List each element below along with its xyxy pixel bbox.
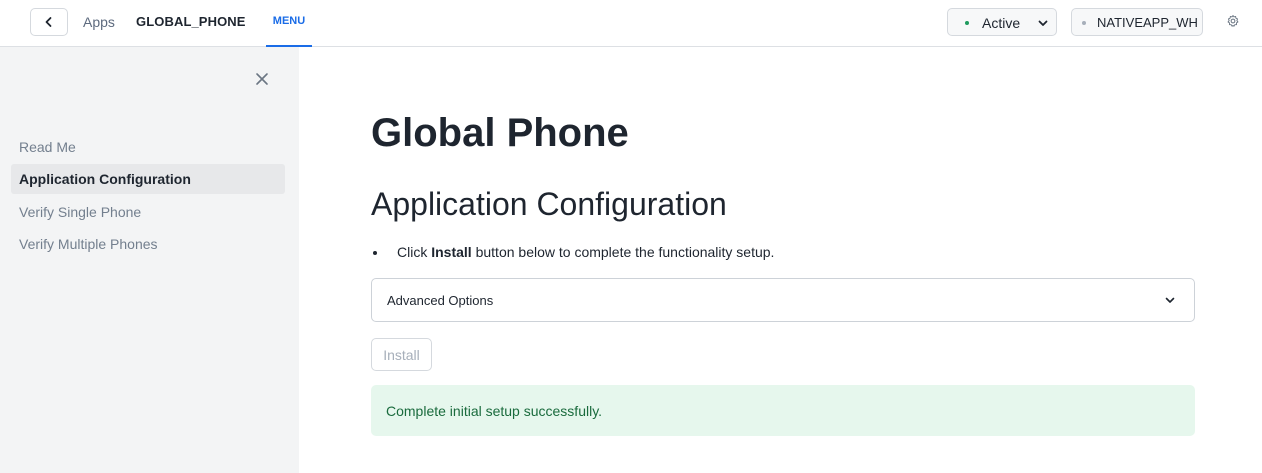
instruction-text: Click Install button below to complete t… — [397, 244, 774, 260]
sidebar-nav: Read Me Application Configuration Verify… — [11, 132, 285, 261]
tab-menu[interactable]: MENU — [266, 0, 312, 47]
sidebar-item-application-configuration[interactable]: Application Configuration — [11, 164, 285, 195]
chevron-down-icon — [1165, 297, 1175, 303]
success-alert: Complete initial setup successfully. — [371, 385, 1195, 436]
page-title: Global Phone — [371, 111, 629, 155]
chevron-left-icon — [45, 17, 52, 27]
warehouse-indicator — [1082, 21, 1086, 25]
status-label: Active — [982, 15, 1021, 31]
advanced-options-expander[interactable]: Advanced Options — [371, 278, 1195, 322]
advanced-options-label: Advanced Options — [387, 293, 494, 308]
sidebar-item-read-me[interactable]: Read Me — [11, 132, 285, 162]
instruction-suffix: button below to complete the functionali… — [471, 244, 775, 260]
warehouse-label: NATIVEAPP_WH — [1097, 15, 1198, 30]
sidebar-item-verify-single-phone[interactable]: Verify Single Phone — [11, 197, 285, 227]
section-title: Application Configuration — [371, 186, 727, 222]
breadcrumb-app-name: GLOBAL_PHONE — [136, 14, 246, 29]
instruction-bold: Install — [431, 244, 472, 260]
sidebar: Read Me Application Configuration Verify… — [0, 47, 299, 473]
instruction-prefix: Click — [397, 244, 432, 260]
status-dropdown[interactable]: Active — [947, 8, 1057, 36]
breadcrumb-apps[interactable]: Apps — [83, 14, 115, 30]
status-indicator — [965, 21, 969, 25]
warehouse-selector[interactable]: NATIVEAPP_WH — [1071, 8, 1203, 36]
close-icon[interactable] — [255, 72, 269, 86]
sidebar-item-verify-multiple-phones[interactable]: Verify Multiple Phones — [11, 229, 285, 259]
install-button[interactable]: Install — [371, 338, 432, 371]
chevron-down-icon — [1038, 20, 1048, 26]
back-button[interactable] — [30, 8, 68, 36]
top-bar: Apps GLOBAL_PHONE MENU Active NATIVEAPP_… — [0, 0, 1262, 47]
bullet-icon — [373, 251, 377, 255]
success-message: Complete initial setup successfully. — [386, 403, 603, 419]
gear-icon[interactable] — [1226, 14, 1240, 28]
